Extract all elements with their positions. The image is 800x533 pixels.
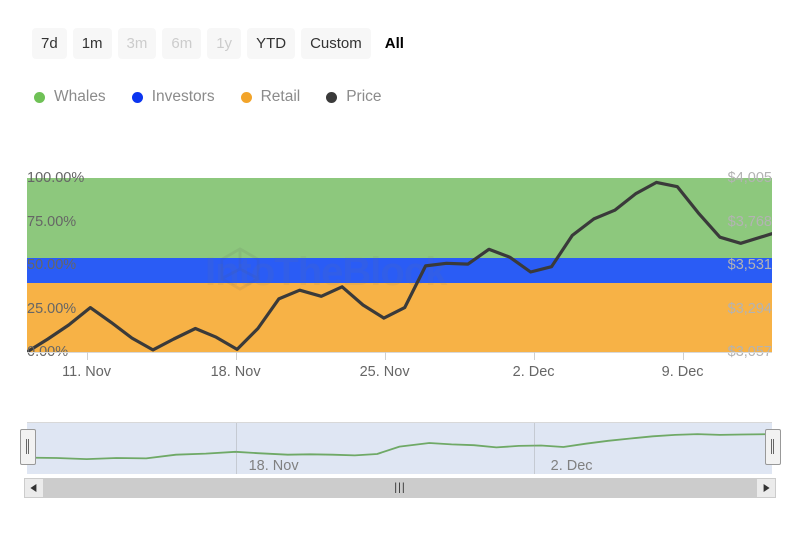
price-line-series	[27, 178, 772, 352]
legend-label-investors: Investors	[151, 88, 215, 105]
range-button-1m[interactable]: 1m	[72, 28, 112, 59]
range-button-ytd[interactable]: YTD	[247, 28, 296, 59]
navigator-gridline	[533, 423, 535, 474]
navigator-right-handle[interactable]	[765, 429, 781, 465]
x-axis-tick	[86, 352, 88, 360]
main-chart[interactable]: IntoTheBlock 0.00%25.00%50.00%75.00%100.…	[0, 150, 800, 400]
x-axis-tick	[682, 352, 684, 360]
range-button-1y[interactable]: 1y	[207, 28, 242, 59]
plot-area[interactable]: IntoTheBlock	[27, 178, 772, 352]
x-axis-tick	[533, 352, 535, 360]
legend-label-whales: Whales	[54, 88, 106, 105]
scrollbar-thumb[interactable]: |||	[44, 478, 756, 498]
range-button-all[interactable]: All	[377, 28, 413, 59]
legend-dot-price	[326, 91, 338, 103]
navigator-left-handle[interactable]	[20, 429, 36, 465]
legend-item-whales[interactable]: Whales	[34, 88, 106, 106]
x-axis-tick	[384, 352, 386, 360]
range-button-6m[interactable]: 6m	[162, 28, 202, 59]
x-axis-label: 2. Dec	[512, 364, 555, 380]
scrollbar-left-button[interactable]	[24, 478, 44, 498]
navigator-x-label: 18. Nov	[248, 458, 299, 474]
y-axis-right-label: $3,768	[727, 213, 772, 230]
navigator-x-label: 2. Dec	[550, 458, 593, 474]
chart-legend: Whales Investors Retail Price	[34, 88, 382, 106]
scrollbar-right-button[interactable]	[756, 478, 776, 498]
navigator-series	[27, 423, 772, 474]
legend-dot-investors	[131, 91, 143, 103]
y-axis-right-label: $3,294	[727, 300, 772, 317]
y-axis-left-label: 25.00%	[27, 300, 77, 317]
y-axis-left-label: 100.00%	[27, 170, 85, 186]
x-axis-label: 9. Dec	[661, 364, 704, 380]
y-axis-right-label: $3,531	[727, 257, 772, 273]
chart-navigator[interactable]: 18. Nov 2. Dec	[20, 422, 781, 474]
chevron-left-icon	[30, 484, 37, 492]
scrollbar-grip-icon: |||	[394, 481, 406, 494]
x-axis-line	[27, 352, 772, 353]
legend-dot-retail	[240, 91, 252, 103]
range-button-custom[interactable]: Custom	[301, 28, 371, 59]
x-axis-label: 18. Nov	[210, 364, 261, 380]
x-axis-tick	[235, 352, 237, 360]
legend-item-investors[interactable]: Investors	[131, 88, 215, 106]
y-axis-right-label: $4,005	[727, 170, 772, 186]
chevron-right-icon	[763, 484, 770, 492]
y-axis-left-label: 75.00%	[27, 213, 77, 230]
range-selector: 7d 1m 3m 6m 1y YTD Custom All	[32, 28, 413, 59]
range-button-3m[interactable]: 3m	[117, 28, 157, 59]
legend-label-price: Price	[346, 88, 382, 105]
legend-label-retail: Retail	[260, 88, 301, 105]
legend-item-price[interactable]: Price	[326, 88, 382, 106]
x-axis-label: 11. Nov	[62, 364, 112, 380]
x-axis-label: 25. Nov	[359, 364, 410, 380]
y-axis-left-label: 50.00%	[27, 257, 77, 273]
navigator-gridline	[235, 423, 237, 474]
legend-dot-whales	[34, 91, 45, 103]
range-button-7d[interactable]: 7d	[32, 28, 67, 59]
scrollbar-track[interactable]: |||	[44, 478, 756, 498]
legend-item-retail[interactable]: Retail	[240, 88, 301, 106]
chart-scrollbar[interactable]: |||	[24, 478, 776, 498]
